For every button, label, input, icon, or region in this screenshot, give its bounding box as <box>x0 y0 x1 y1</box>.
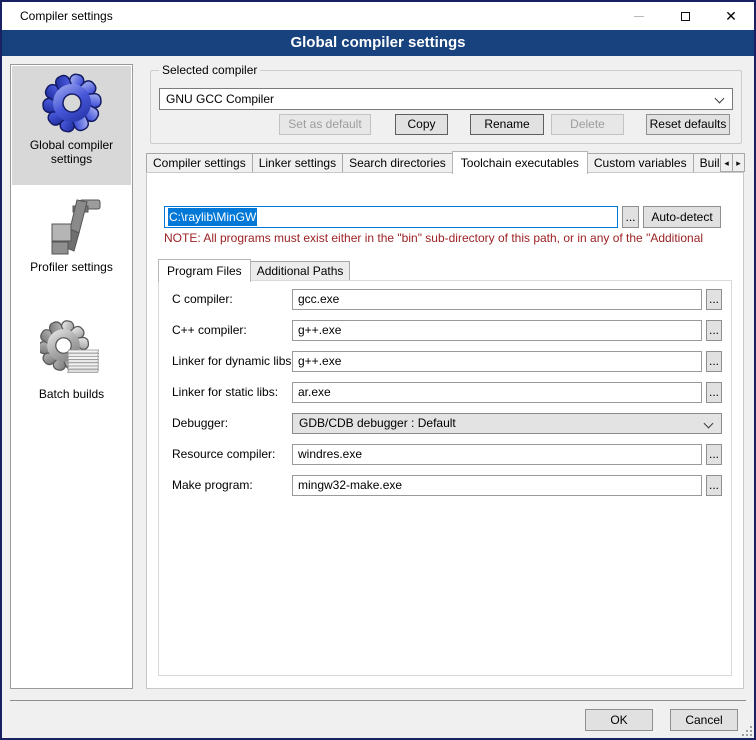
reset-defaults-button[interactable]: Reset defaults <box>646 114 730 135</box>
group-label: Selected compiler <box>159 63 260 78</box>
field-row-make-program: Make program: mingw32-make.exe ... <box>172 475 724 497</box>
field-label: Make program: <box>172 478 253 492</box>
rename-button[interactable]: Rename <box>470 114 544 135</box>
field-row-debugger: Debugger: GDB/CDB debugger : Default <box>172 413 724 435</box>
tab-toolchain-executables[interactable]: Toolchain executables <box>452 151 588 174</box>
window-close-button[interactable]: ✕ <box>708 2 754 30</box>
field-row-cpp-compiler: C++ compiler: g++.exe ... <box>172 320 724 342</box>
tab-custom-variables[interactable]: Custom variables <box>587 153 694 172</box>
browse-button[interactable]: ... <box>706 444 722 465</box>
maximize-icon <box>681 12 690 21</box>
compiler-select[interactable]: GNU GCC Compiler <box>159 88 733 110</box>
settings-tabstrip: Compiler settings Linker settings Search… <box>146 151 744 172</box>
grey-gear-stack-icon <box>40 320 104 384</box>
auto-detect-button[interactable]: Auto-detect <box>643 206 721 228</box>
field-label: Resource compiler: <box>172 447 275 461</box>
selected-text: C:\raylib\MinGW <box>168 208 257 226</box>
browse-button[interactable]: ... <box>706 351 722 372</box>
chevron-down-icon <box>715 94 725 104</box>
compiler-select-value: GNU GCC Compiler <box>166 92 274 106</box>
browse-button[interactable]: ... <box>706 475 722 496</box>
minimize-icon <box>634 16 644 17</box>
field-label: Linker for dynamic libs: <box>172 354 295 368</box>
field-row-static-linker: Linker for static libs: ar.exe ... <box>172 382 724 404</box>
sidebar-item-profiler-settings[interactable]: Profiler settings <box>12 191 131 295</box>
tab-compiler-settings[interactable]: Compiler settings <box>146 153 253 172</box>
set-as-default-button: Set as default <box>279 114 371 135</box>
settings-category-list: Global compiler settings Profiler settin… <box>10 64 133 689</box>
make-program-input[interactable]: mingw32-make.exe <box>292 475 702 496</box>
tab-scroll-buttons: ◂ ▸ <box>720 153 744 172</box>
close-icon: ✕ <box>725 2 737 30</box>
directory-note: NOTE: All programs must exist either in … <box>164 231 736 246</box>
window-minimize-button <box>616 2 662 30</box>
debugger-select-value: GDB/CDB debugger : Default <box>299 416 456 430</box>
field-label: Debugger: <box>172 416 228 430</box>
chevron-down-icon <box>704 419 714 429</box>
tab-search-directories[interactable]: Search directories <box>342 153 453 172</box>
static-linker-input[interactable]: ar.exe <box>292 382 702 403</box>
c-compiler-input[interactable]: gcc.exe <box>292 289 702 310</box>
browse-button[interactable]: ... <box>706 320 722 341</box>
titlebar: Compiler settings ✕ <box>2 2 754 30</box>
page-title: Global compiler settings <box>2 30 754 56</box>
resource-compiler-input[interactable]: windres.exe <box>292 444 702 465</box>
field-row-dynamic-linker: Linker for dynamic libs: g++.exe ... <box>172 351 724 373</box>
paths-subtabstrip: Program Files Additional Paths <box>158 259 349 280</box>
subtab-additional-paths[interactable]: Additional Paths <box>250 261 351 280</box>
compiler-settings-dialog: Compiler settings ✕ Global compiler sett… <box>0 0 756 740</box>
window-maximize-button[interactable] <box>662 2 708 30</box>
browse-button[interactable]: ... <box>706 289 722 310</box>
browse-button[interactable]: ... <box>706 382 722 403</box>
selected-compiler-group: Selected compiler GNU GCC Compiler Set a… <box>150 70 742 144</box>
sidebar-item-global-compiler-settings[interactable]: Global compiler settings <box>12 66 131 185</box>
window-title: Compiler settings <box>20 2 113 30</box>
installation-directory-input[interactable]: C:\raylib\MinGW <box>164 206 618 228</box>
dynamic-linker-input[interactable]: g++.exe <box>292 351 702 372</box>
footer-divider <box>10 700 746 701</box>
caliper-icon <box>40 193 104 257</box>
debugger-select[interactable]: GDB/CDB debugger : Default <box>292 413 722 434</box>
sidebar-item-label: Batch builds <box>12 387 131 401</box>
field-row-c-compiler: C compiler: gcc.exe ... <box>172 289 724 311</box>
field-label: Linker for static libs: <box>172 385 278 399</box>
field-label: C++ compiler: <box>172 323 247 337</box>
browse-directory-button[interactable]: ... <box>622 206 639 228</box>
copy-button[interactable]: Copy <box>395 114 448 135</box>
field-row-resource-compiler: Resource compiler: windres.exe ... <box>172 444 724 466</box>
tab-linker-settings[interactable]: Linker settings <box>252 153 343 172</box>
field-label: C compiler: <box>172 292 233 306</box>
cancel-button[interactable]: Cancel <box>670 709 738 731</box>
sidebar-item-label: Profiler settings <box>12 260 131 274</box>
sidebar-item-label: Global compiler settings <box>12 138 131 166</box>
cpp-compiler-input[interactable]: g++.exe <box>292 320 702 341</box>
tab-scroll-right-icon[interactable]: ▸ <box>732 153 745 172</box>
blue-gear-icon <box>40 71 104 135</box>
ok-button[interactable]: OK <box>585 709 653 731</box>
sidebar-item-batch-builds[interactable]: Batch builds <box>12 315 131 419</box>
resize-grip[interactable] <box>740 724 752 736</box>
delete-button: Delete <box>551 114 624 135</box>
tab-build-options-clipped[interactable]: Builc <box>693 153 721 172</box>
subtab-program-files[interactable]: Program Files <box>158 259 251 282</box>
